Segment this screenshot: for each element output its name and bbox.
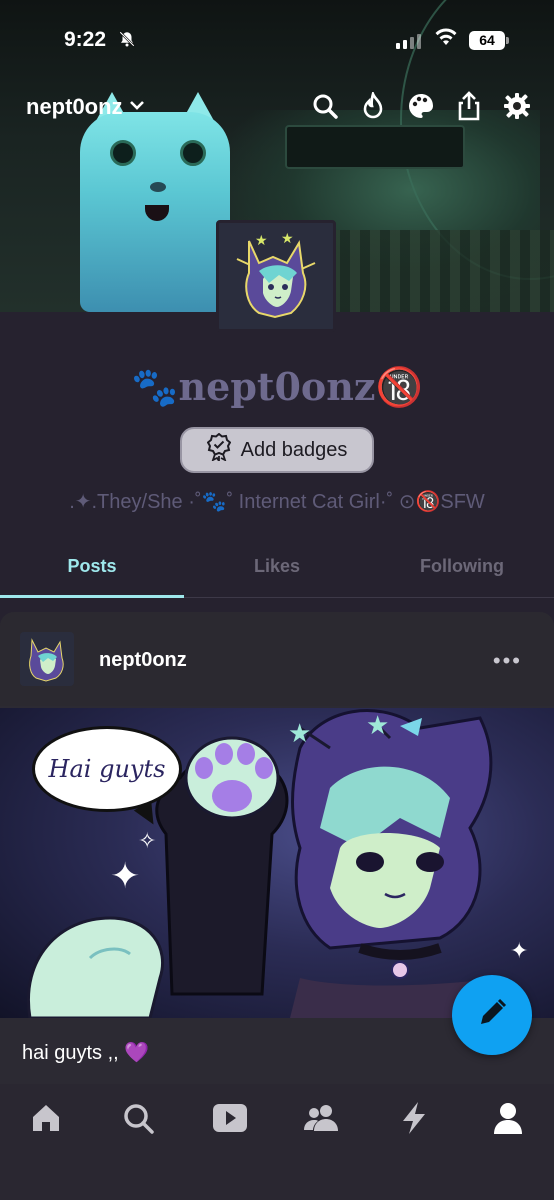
post-author-name[interactable]: nept0onz	[99, 649, 187, 672]
bottom-nav-bar	[0, 1084, 554, 1200]
home-icon[interactable]	[24, 1100, 68, 1136]
flame-icon[interactable]	[358, 90, 388, 122]
header-scene-shelf	[285, 125, 465, 169]
more-options-icon[interactable]: •••	[493, 648, 522, 674]
share-icon[interactable]	[454, 90, 484, 122]
status-time: 9:22	[64, 28, 107, 51]
profile-icon[interactable]	[486, 1100, 530, 1136]
speech-bubble: Hai guyts	[32, 726, 182, 812]
add-badges-label: Add badges	[240, 438, 348, 461]
status-bar: 9:22 64	[0, 0, 554, 84]
top-actions	[310, 90, 532, 122]
tab-posts[interactable]: Posts	[0, 556, 184, 577]
cat-eye-left	[110, 140, 136, 166]
profile-section: 🐾nept0onz🔞 Add badges .✦.They/She ·˚🐾˚ I…	[0, 312, 554, 598]
post-header: nept0onz •••	[0, 612, 554, 706]
blog-name: nept0onz	[26, 94, 123, 119]
tab-following[interactable]: Following	[370, 556, 554, 577]
video-icon[interactable]	[208, 1100, 252, 1136]
svg-text:★: ★	[281, 230, 294, 246]
silent-bell-icon	[118, 30, 136, 53]
wifi-icon	[434, 27, 458, 53]
svg-text:★: ★	[366, 710, 389, 740]
profile-display-name[interactable]: 🐾nept0onz🔞	[0, 364, 554, 410]
svg-text:★: ★	[255, 232, 268, 248]
cat-eye-right	[180, 140, 206, 166]
speech-bubble-text: Hai guyts	[48, 755, 166, 783]
battery-indicator: 64	[469, 31, 509, 50]
tab-likes[interactable]: Likes	[184, 556, 370, 577]
communities-icon[interactable]	[300, 1100, 344, 1136]
svg-text:✧: ✧	[138, 828, 156, 853]
post-author-avatar[interactable]	[20, 632, 74, 686]
add-badges-button[interactable]: Add badges	[180, 427, 374, 473]
badge-icon	[206, 432, 231, 467]
svg-text:✦: ✦	[510, 938, 528, 963]
no-under-18-icon: 🔞	[375, 364, 423, 409]
search-icon[interactable]	[116, 1100, 160, 1136]
header-scene-floor	[330, 230, 554, 312]
chevron-down-icon	[129, 98, 145, 116]
display-name-text: nept0onz	[178, 364, 376, 409]
pencil-icon	[475, 996, 509, 1035]
profile-description: .✦.They/She ·˚🐾˚ Internet Cat Girl·˚ ⊙🔞S…	[69, 491, 485, 513]
paw-icon: 🐾	[131, 364, 179, 409]
compose-post-button[interactable]	[452, 975, 532, 1055]
profile-top-nav: nept0onz	[0, 86, 554, 130]
svg-text:✦: ✦	[110, 855, 140, 896]
cellular-signal-icon	[396, 34, 421, 49]
settings-gear-icon[interactable]	[502, 90, 532, 122]
profile-tabs: Posts Likes Following	[0, 552, 554, 598]
post-image[interactable]: ★ ★ ✦ ✧ ✦ Hai guyts	[0, 708, 554, 1018]
post-caption-text: hai guyts ,, 💜	[22, 1042, 150, 1064]
palette-icon[interactable]	[406, 90, 436, 122]
active-tab-indicator	[0, 595, 184, 598]
profile-avatar[interactable]: ★ ★	[216, 220, 336, 332]
cat-nose	[150, 182, 166, 192]
search-icon[interactable]	[310, 90, 340, 122]
activity-icon[interactable]	[392, 1100, 436, 1136]
svg-text:★: ★	[288, 718, 311, 748]
blog-switcher[interactable]: nept0onz	[26, 94, 145, 120]
